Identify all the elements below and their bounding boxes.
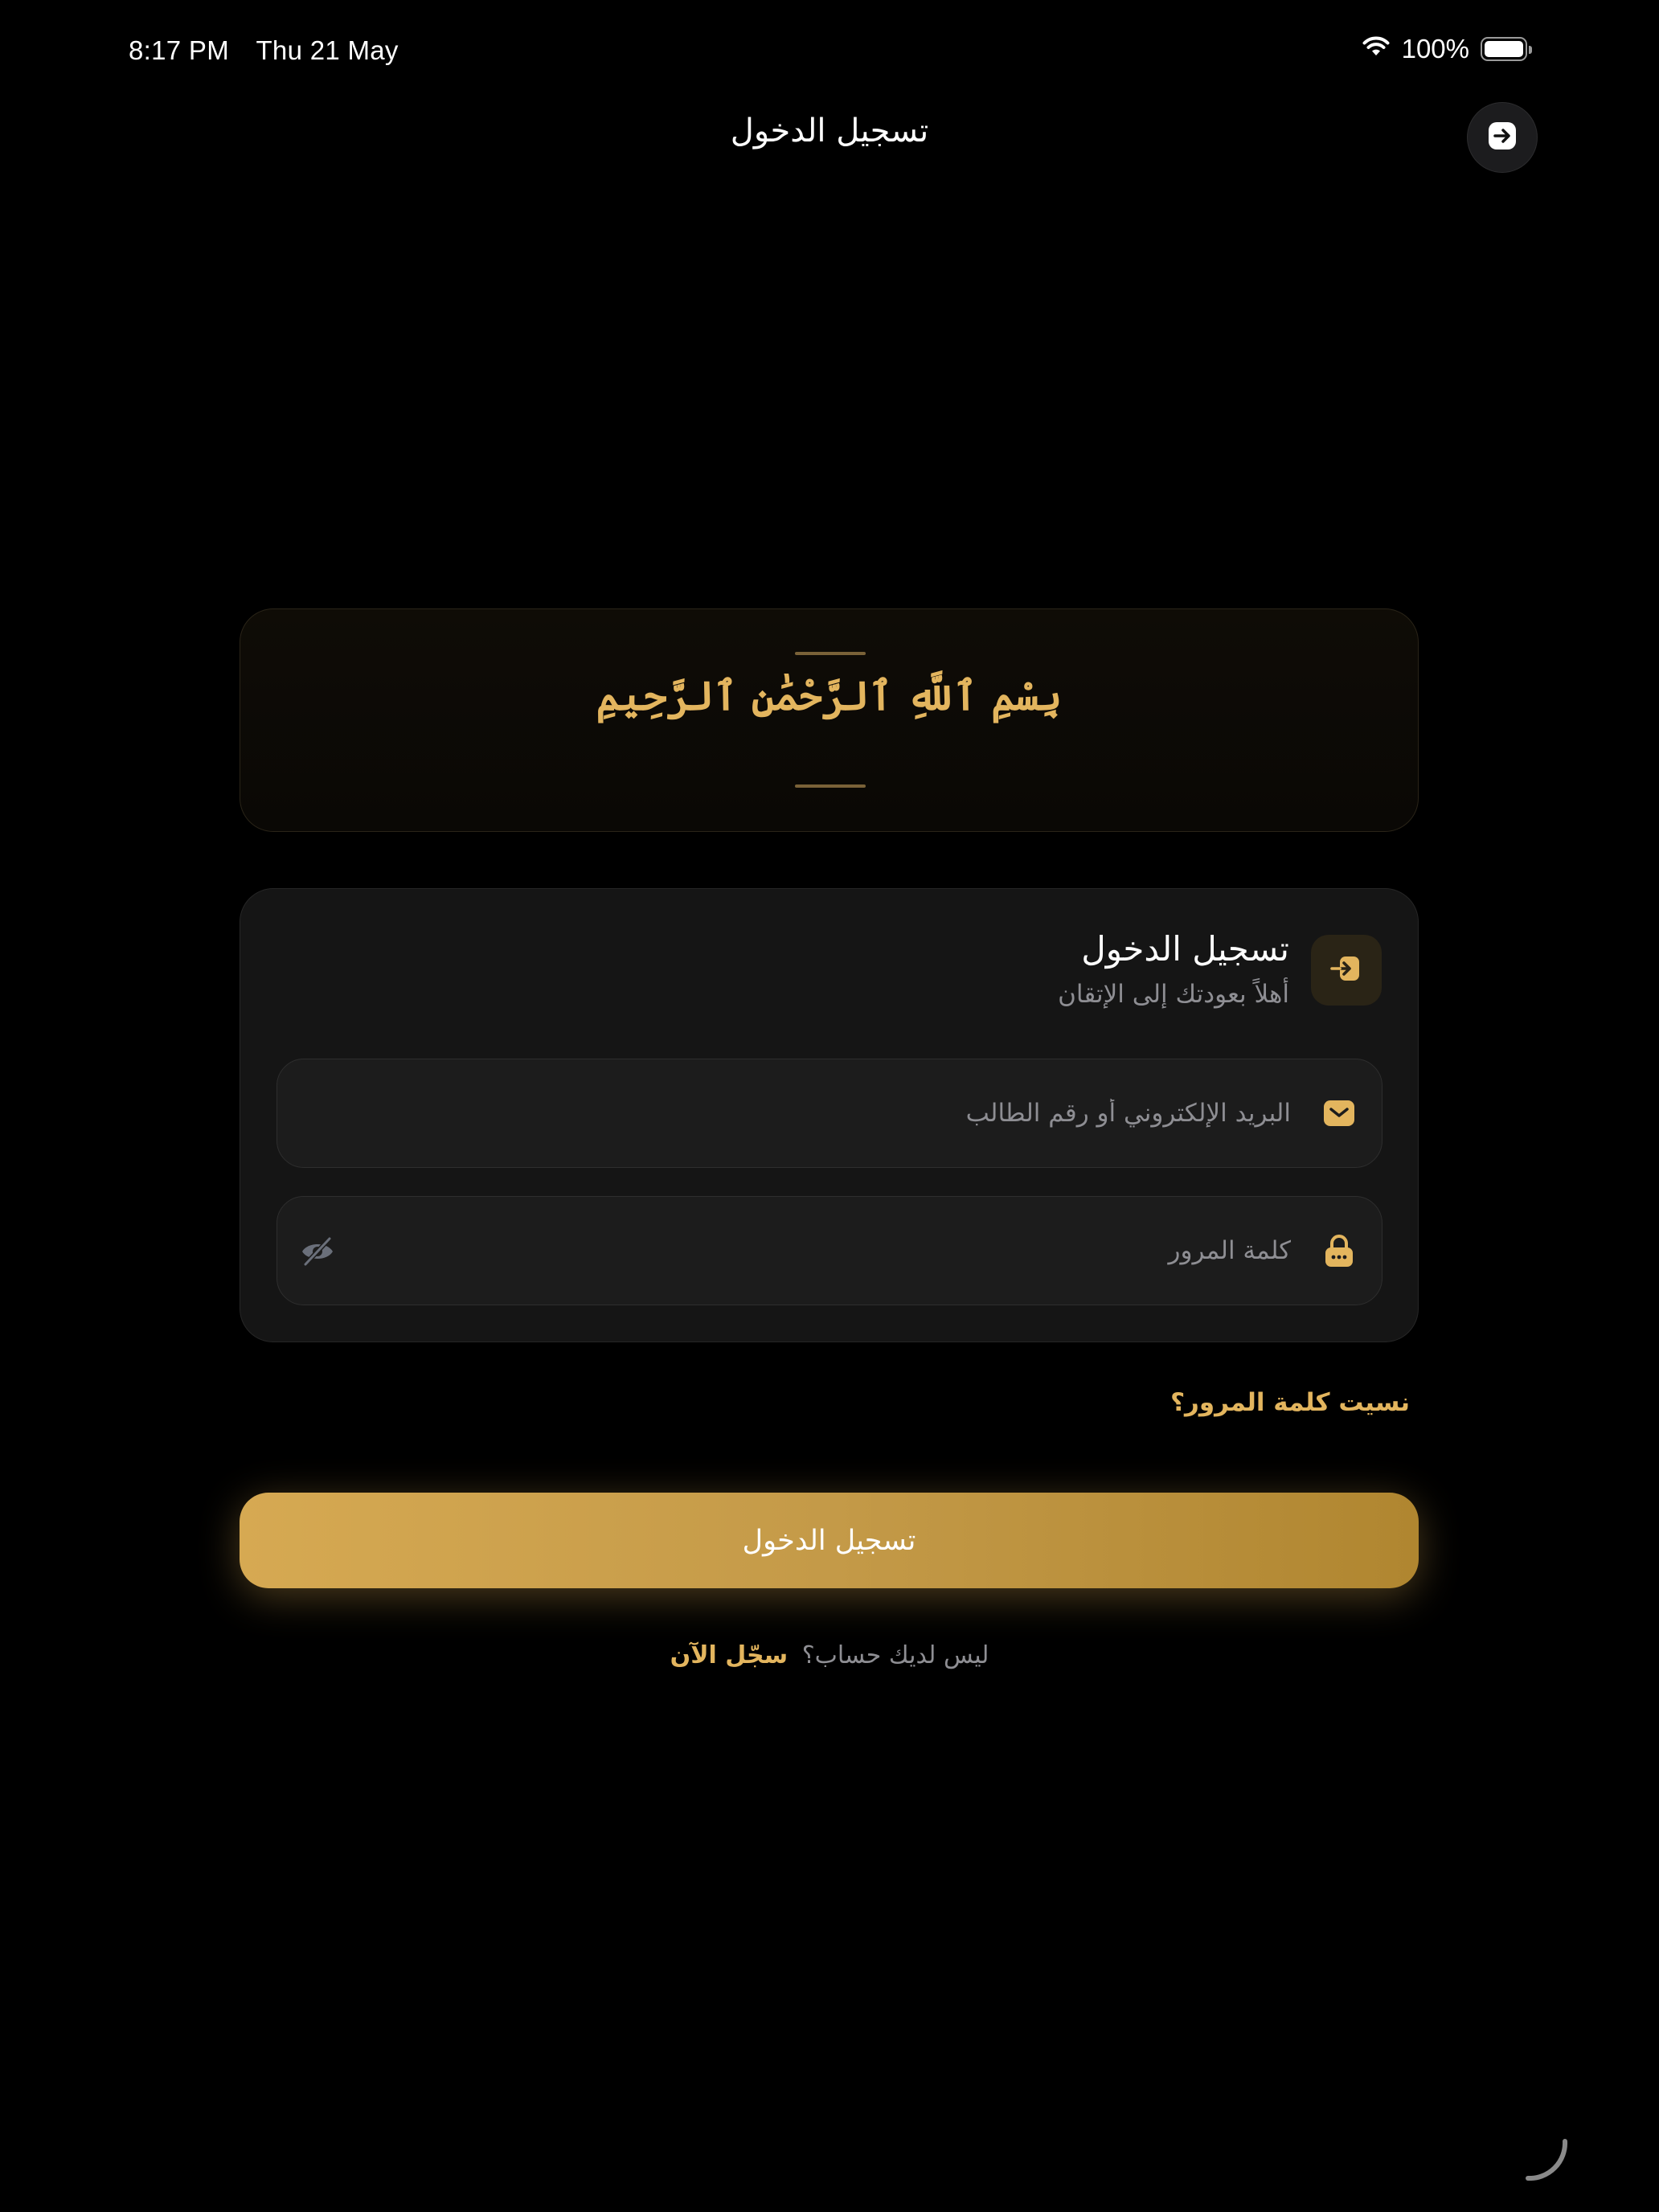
email-field[interactable] bbox=[276, 1059, 1382, 1168]
exit-button[interactable] bbox=[1467, 102, 1538, 173]
signup-row: ليس لديك حساب؟ سجّل الآن bbox=[0, 1641, 1659, 1669]
loading-spinner-icon bbox=[1522, 2133, 1570, 2181]
eye-slash-icon[interactable] bbox=[300, 1235, 335, 1268]
divider-bottom bbox=[795, 784, 866, 788]
password-field[interactable] bbox=[276, 1196, 1382, 1305]
password-input[interactable] bbox=[374, 1197, 1291, 1305]
bismillah-card: بِسْمِ ٱللَّهِ ٱلرَّحْمَٰنِ ٱلرَّحِيمِ bbox=[240, 608, 1419, 832]
signup-link[interactable]: سجّل الآن bbox=[670, 1641, 789, 1669]
login-arrow-icon bbox=[1329, 951, 1364, 989]
mail-icon bbox=[1322, 1096, 1356, 1130]
status-time: 8:17 PM bbox=[129, 35, 229, 65]
battery-percent: 100% bbox=[1401, 34, 1469, 63]
divider-top bbox=[795, 652, 866, 655]
login-icon-box bbox=[1311, 935, 1382, 1006]
login-card: تسجيل الدخول أهلاً بعودتك إلى الإتقان bbox=[240, 888, 1419, 1342]
email-input[interactable] bbox=[374, 1059, 1291, 1167]
login-title: تسجيل الدخول bbox=[1081, 929, 1289, 969]
status-date: Thu 21 May bbox=[256, 35, 399, 65]
signup-question: ليس لديك حساب؟ bbox=[801, 1641, 989, 1669]
wifi-icon bbox=[1362, 34, 1391, 64]
status-right: 100% bbox=[1362, 34, 1532, 64]
battery-icon bbox=[1481, 37, 1532, 61]
login-subtitle: أهلاً بعودتك إلى الإتقان bbox=[1058, 980, 1289, 1009]
bismillah-text: بِسْمِ ٱللَّهِ ٱلرَّحْمَٰنِ ٱلرَّحِيمِ bbox=[596, 672, 1063, 719]
status-bar: 8:17 PM Thu 21 May 100% bbox=[0, 0, 1659, 104]
status-left: 8:17 PM Thu 21 May bbox=[129, 35, 399, 66]
lock-icon bbox=[1322, 1234, 1356, 1268]
arrow-right-circle-icon bbox=[1488, 121, 1517, 154]
page-title: تسجيل الدخول bbox=[730, 113, 929, 150]
forgot-password-link[interactable]: نسيت كلمة المرور؟ bbox=[1170, 1388, 1410, 1417]
login-button[interactable]: تسجيل الدخول bbox=[240, 1493, 1419, 1588]
